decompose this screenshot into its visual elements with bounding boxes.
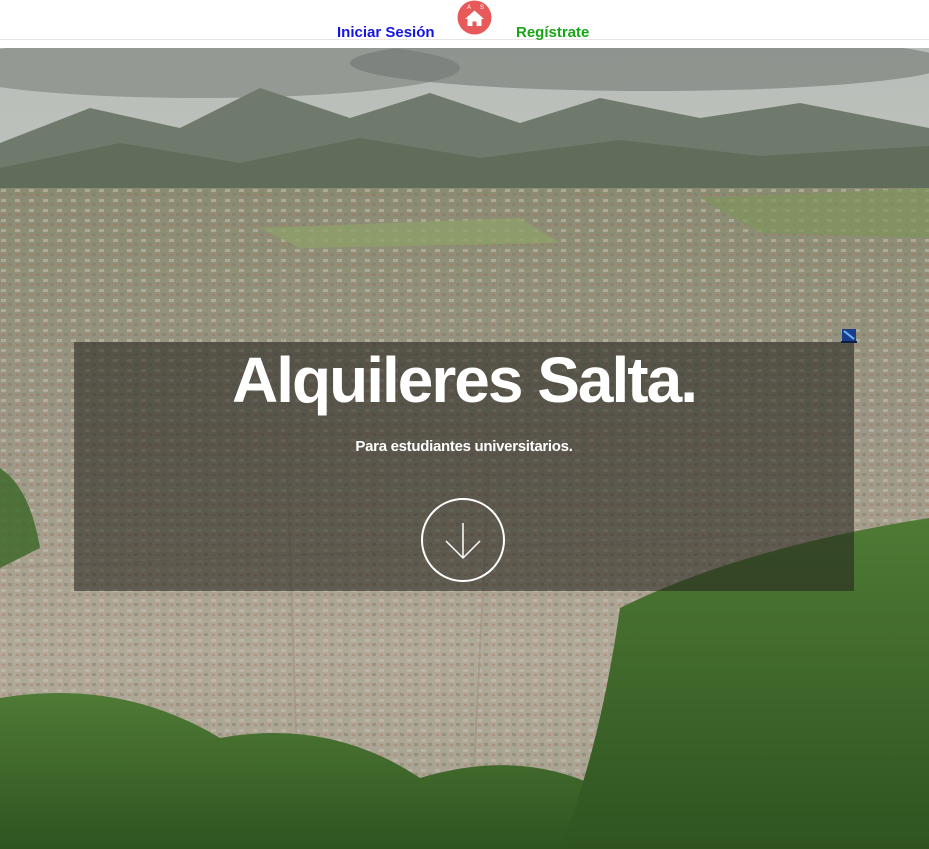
hero-title: Alquileres Salta. — [232, 344, 698, 416]
svg-text:A: A — [467, 5, 471, 11]
hero-subtitle: Para estudiantes universitarios. — [355, 438, 573, 455]
monitor-badge-icon[interactable] — [840, 327, 858, 345]
home-logo-icon[interactable]: A S — [456, 0, 493, 35]
hero-overlay-panel: Alquileres Salta. Para estudiantes unive… — [74, 342, 854, 591]
login-link[interactable]: Iniciar Sesión — [337, 24, 435, 41]
svg-text:S: S — [480, 5, 484, 11]
register-link[interactable]: Regístrate — [516, 24, 589, 41]
arrow-down-circle-icon[interactable] — [420, 497, 506, 583]
top-navbar: Iniciar Sesión A S Regístrate — [0, 0, 929, 41]
hero-section: Alquileres Salta. Para estudiantes unive… — [0, 48, 929, 849]
